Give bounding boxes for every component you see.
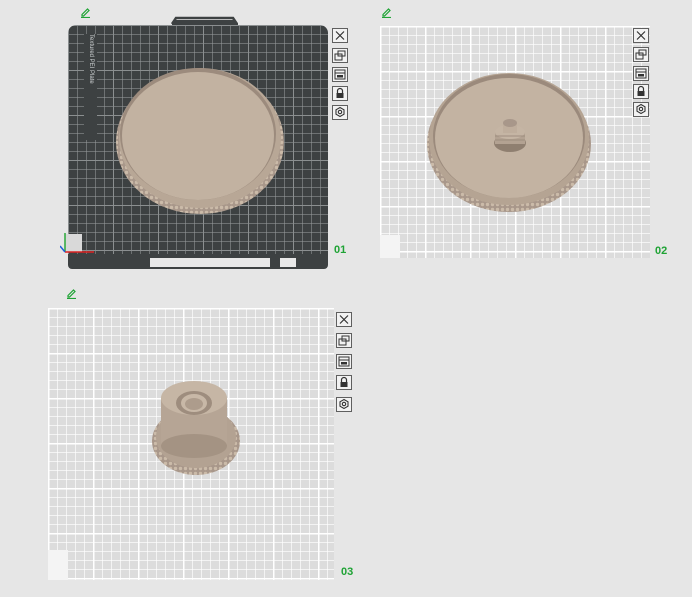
settings-icon[interactable] — [332, 105, 348, 120]
plate-02-label[interactable]: 02 — [655, 245, 667, 257]
edit-plate-name-icon[interactable] — [381, 8, 393, 18]
plate-03-corner-marker — [48, 550, 68, 580]
plate-01-toolbar — [332, 28, 350, 120]
orient-icon[interactable] — [336, 354, 352, 369]
plate-01-vertical-name: Textured PEI Plate — [88, 34, 94, 84]
plate-01-logo-strip — [280, 258, 296, 267]
model-bowl-rim[interactable] — [114, 60, 290, 216]
model-cap[interactable] — [148, 376, 244, 480]
edit-plate-name-icon[interactable] — [66, 289, 78, 299]
close-icon[interactable] — [336, 312, 352, 327]
plate-03-toolbar — [336, 312, 354, 414]
plate-02-corner-marker — [380, 235, 400, 258]
close-icon[interactable] — [332, 28, 348, 43]
plate-03-bed[interactable] — [48, 308, 334, 580]
lock-icon[interactable] — [336, 375, 352, 390]
orient-icon[interactable] — [633, 66, 649, 81]
settings-icon[interactable] — [633, 102, 649, 117]
model-bowl-with-knob[interactable] — [425, 62, 595, 214]
lock-icon[interactable] — [332, 86, 348, 101]
axes-icon — [60, 233, 94, 253]
plate-02-toolbar — [633, 28, 651, 120]
arrange-icon[interactable] — [332, 48, 348, 63]
plate-01[interactable]: Textured PEI Plate — [60, 16, 336, 270]
plate-01-vertical-name-box: Textured PEI Plate — [84, 34, 97, 140]
lock-icon[interactable] — [633, 84, 649, 99]
arrange-icon[interactable] — [336, 333, 352, 348]
plate-01-name-strip — [150, 258, 270, 267]
plate-02-bed[interactable] — [380, 26, 650, 258]
arrange-icon[interactable] — [633, 47, 649, 62]
close-icon[interactable] — [633, 28, 649, 43]
settings-icon[interactable] — [336, 397, 352, 412]
orient-icon[interactable] — [332, 67, 348, 82]
plate-03-label[interactable]: 03 — [341, 566, 353, 578]
plate-01-label[interactable]: 01 — [334, 244, 346, 256]
